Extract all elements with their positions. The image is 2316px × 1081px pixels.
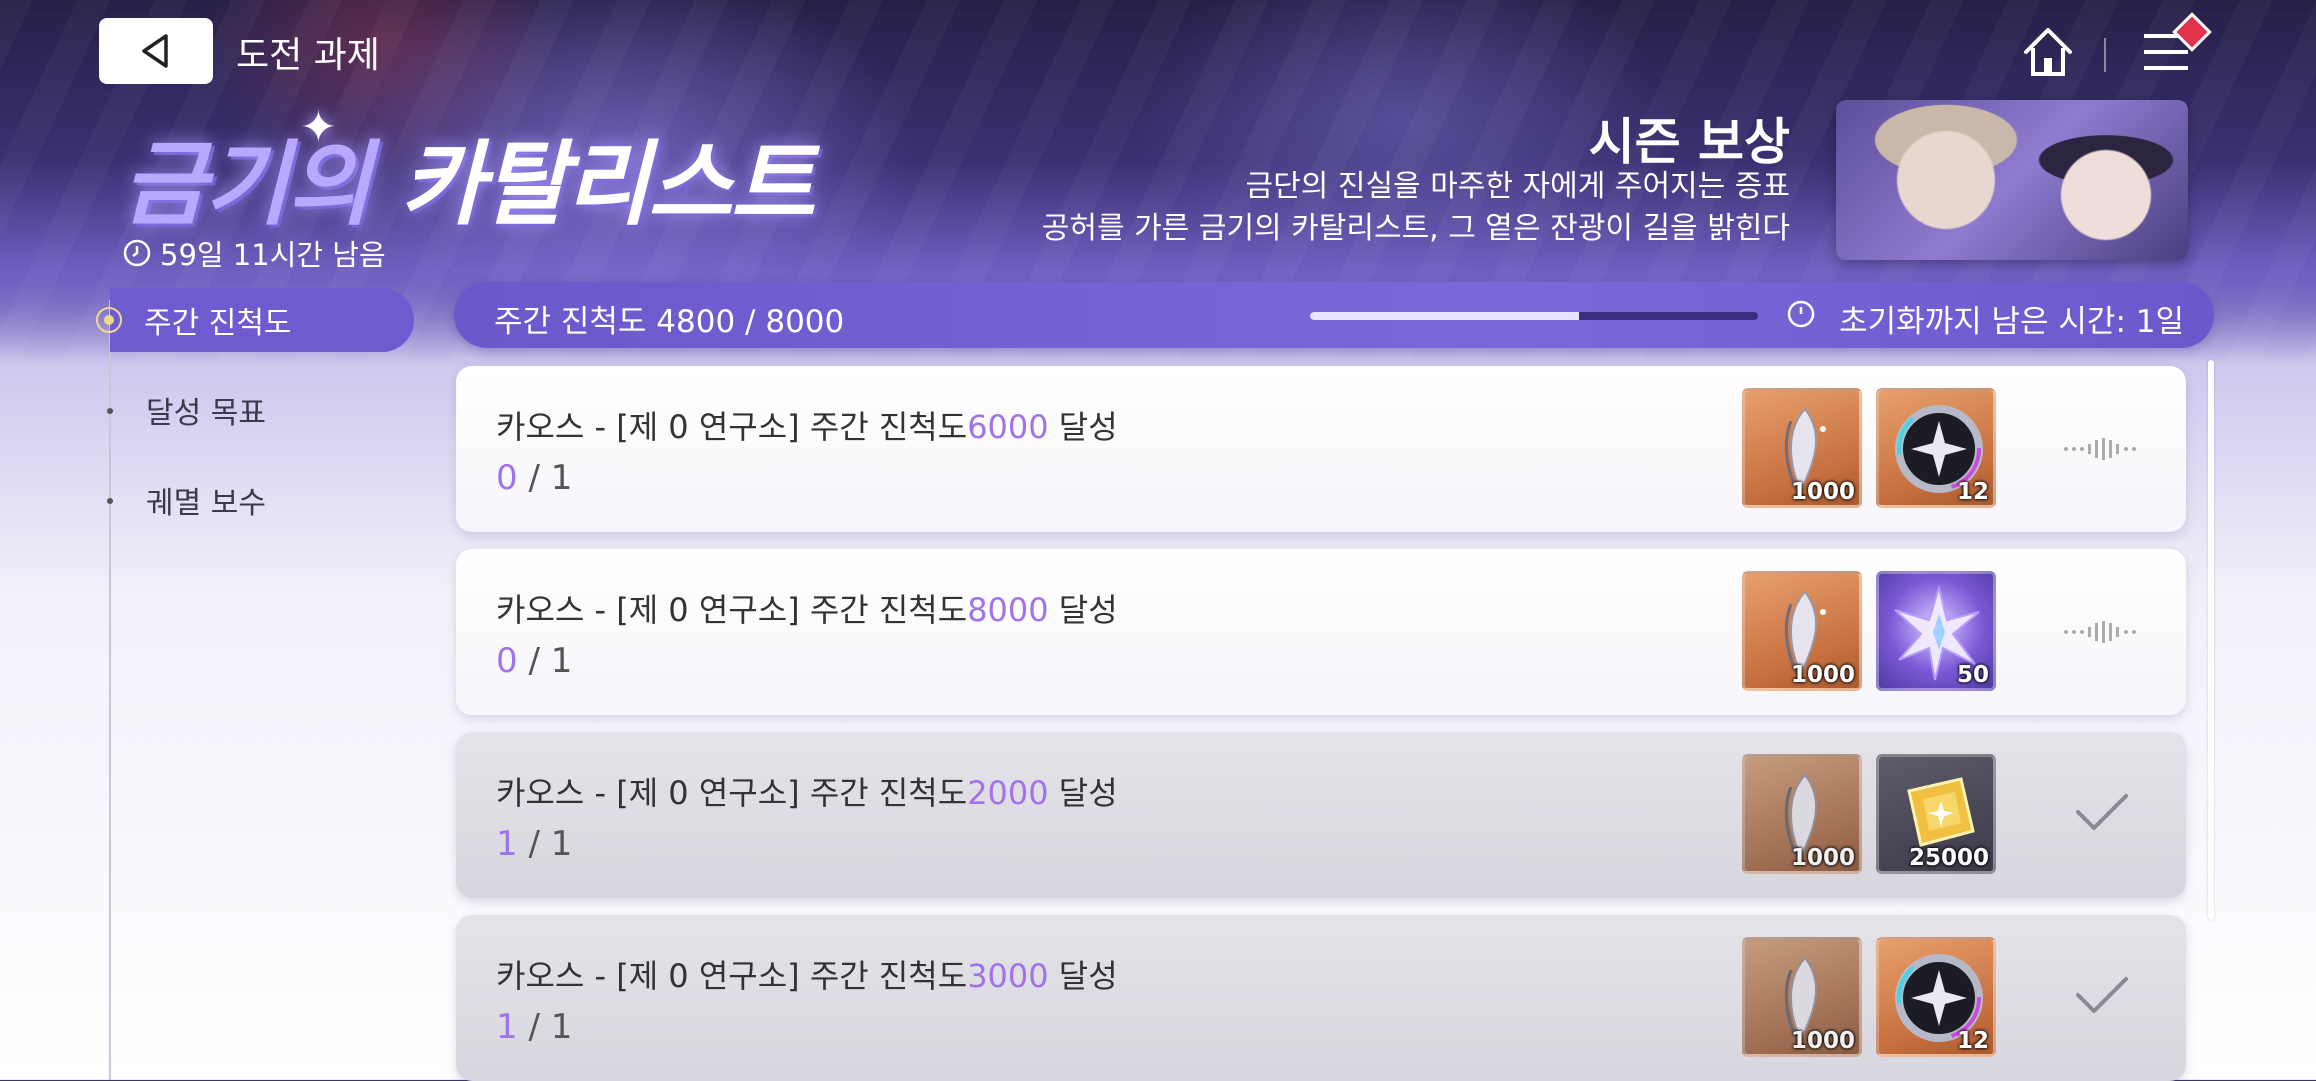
quest-title: 카오스 - [제 0 연구소] 주간 진척도8000 달성 [496,585,1118,631]
quest-title-prefix: 카오스 - [제 0 연구소] 주간 진척도 [496,591,968,629]
reward-item[interactable]: 12 [1876,937,1996,1057]
check-icon [2076,794,2128,830]
sidebar-item-label: 주간 진척도 [144,306,292,341]
in-progress-indicator-icon [2064,438,2136,460]
event-logo-part2: 카탈리스트 [399,131,815,238]
reward-quantity: 1000 [1790,479,1855,505]
quest-total: / 1 [517,824,573,864]
season-reward-image[interactable] [1836,100,2188,260]
back-arrow-icon [142,34,168,68]
quest-current: 1 [496,824,518,864]
reward-item[interactable]: 12 [1876,388,1996,508]
weekly-progress-track [1310,312,1758,320]
quest-title-suffix: 달성 [1048,774,1118,812]
weekly-progress-label: 주간 진척도 4800 / 8000 [494,304,845,340]
quest-progress-count: 0 / 1 [496,641,572,681]
reward-item[interactable]: 25000 [1876,754,1996,874]
in-progress-indicator-icon [2064,621,2136,643]
clock-icon [123,239,151,267]
quest-total: / 1 [517,458,573,498]
sidebar-active-indicator [96,307,122,333]
reward-item[interactable]: 1000 [1742,754,1862,874]
quest-title: 카오스 - [제 0 연구소] 주간 진척도2000 달성 [496,768,1118,814]
quest-goal-value: 3000 [967,957,1049,995]
reward-quantity: 1000 [1790,845,1855,871]
sidebar-dot [107,408,113,414]
remaining-text: 59일 11시간 남음 [160,238,386,272]
weekly-progress-bar: 주간 진척도 4800 / 8000 초기화까지 남은 시간: 1일 [454,282,2214,348]
season-reward-description: 금단의 진실을 마주한 자에게 주어지는 증표 공허를 가른 금기의 카탈리스트… [1042,166,1790,250]
sidebar-item-annihilation-reward[interactable]: 궤멸 보수 [146,468,266,532]
quest-current: 0 [496,458,518,498]
check-icon [2076,977,2128,1013]
reward-quantity: 12 [1956,479,1989,505]
quest-title-suffix: 달성 [1048,408,1118,446]
sidebar-item-achievement-goals[interactable]: 달성 목표 [146,378,266,442]
reward-quantity: 25000 [1908,845,1989,871]
quest-goal-value: 2000 [967,774,1049,812]
reward-quantity: 1000 [1790,662,1855,688]
quest-title: 카오스 - [제 0 연구소] 주간 진척도6000 달성 [496,402,1118,448]
season-desc-line2: 공허를 가른 금기의 카탈리스트, 그 옅은 잔광이 길을 밝힌다 [1041,211,1790,246]
sidebar-rail [109,300,111,1080]
home-icon [2024,28,2072,76]
quest-progress-count: 1 / 1 [496,1007,572,1047]
quest-total: / 1 [517,1007,573,1047]
reset-timer-text: 초기화까지 남은 시간: 1일 [1839,304,2184,340]
event-logo: 금기의 카탈리스트 [122,110,815,243]
quest-card: 카오스 - [제 0 연구소] 주간 진척도3000 달성 1 / 1 1000… [456,915,2186,1081]
home-button[interactable] [2018,22,2078,82]
sidebar-dot [107,498,113,504]
reward-item[interactable]: 1000 [1742,937,1862,1057]
sidebar-item-label: 달성 목표 [146,396,266,431]
quest-card: 카오스 - [제 0 연구소] 주간 진척도8000 달성 0 / 1 1000… [456,549,2186,715]
reward-quantity: 1000 [1790,1028,1855,1054]
reward-item[interactable]: 50 [1876,571,1996,691]
reward-item[interactable]: 1000 [1742,571,1862,691]
header-divider [2104,38,2106,72]
quest-progress-count: 0 / 1 [496,458,572,498]
sidebar-item-weekly-progress[interactable]: 주간 진척도 [110,288,414,352]
quest-title-suffix: 달성 [1048,591,1118,629]
quest-title: 카오스 - [제 0 연구소] 주간 진척도3000 달성 [496,951,1118,997]
sparkle-icon: ✦ [300,102,337,153]
quest-goal-value: 6000 [967,408,1049,446]
clock-icon [1787,300,1815,328]
quest-list-scrollbar[interactable] [2208,360,2214,920]
quest-title-prefix: 카오스 - [제 0 연구소] 주간 진척도 [496,774,968,812]
quest-goal-value: 8000 [967,591,1049,629]
quest-current: 0 [496,641,518,681]
quest-title-prefix: 카오스 - [제 0 연구소] 주간 진척도 [496,957,968,995]
reward-item[interactable]: 1000 [1742,388,1862,508]
page-title: 도전 과제 [236,35,380,76]
sidebar-item-label: 궤멸 보수 [146,486,266,521]
quest-card: 카오스 - [제 0 연구소] 주간 진척도2000 달성 1 / 1 1000… [456,732,2186,898]
reward-quantity: 12 [1956,1028,1989,1054]
quest-total: / 1 [517,641,573,681]
weekly-progress-fill [1310,312,1579,320]
event-remaining-time: 59일 11시간 남음 [122,232,386,274]
quest-progress-count: 1 / 1 [496,824,572,864]
quest-title-prefix: 카오스 - [제 0 연구소] 주간 진척도 [496,408,968,446]
quest-card: 카오스 - [제 0 연구소] 주간 진척도6000 달성 0 / 1 1000… [456,366,2186,532]
reward-quantity: 50 [1956,662,1989,688]
back-button[interactable] [99,18,213,84]
quest-current: 1 [496,1007,518,1047]
quest-title-suffix: 달성 [1048,957,1118,995]
season-desc-line1: 금단의 진실을 마주한 자에게 주어지는 증표 [1245,169,1790,204]
season-reward-title: 시즌 보상 [1588,113,1790,171]
